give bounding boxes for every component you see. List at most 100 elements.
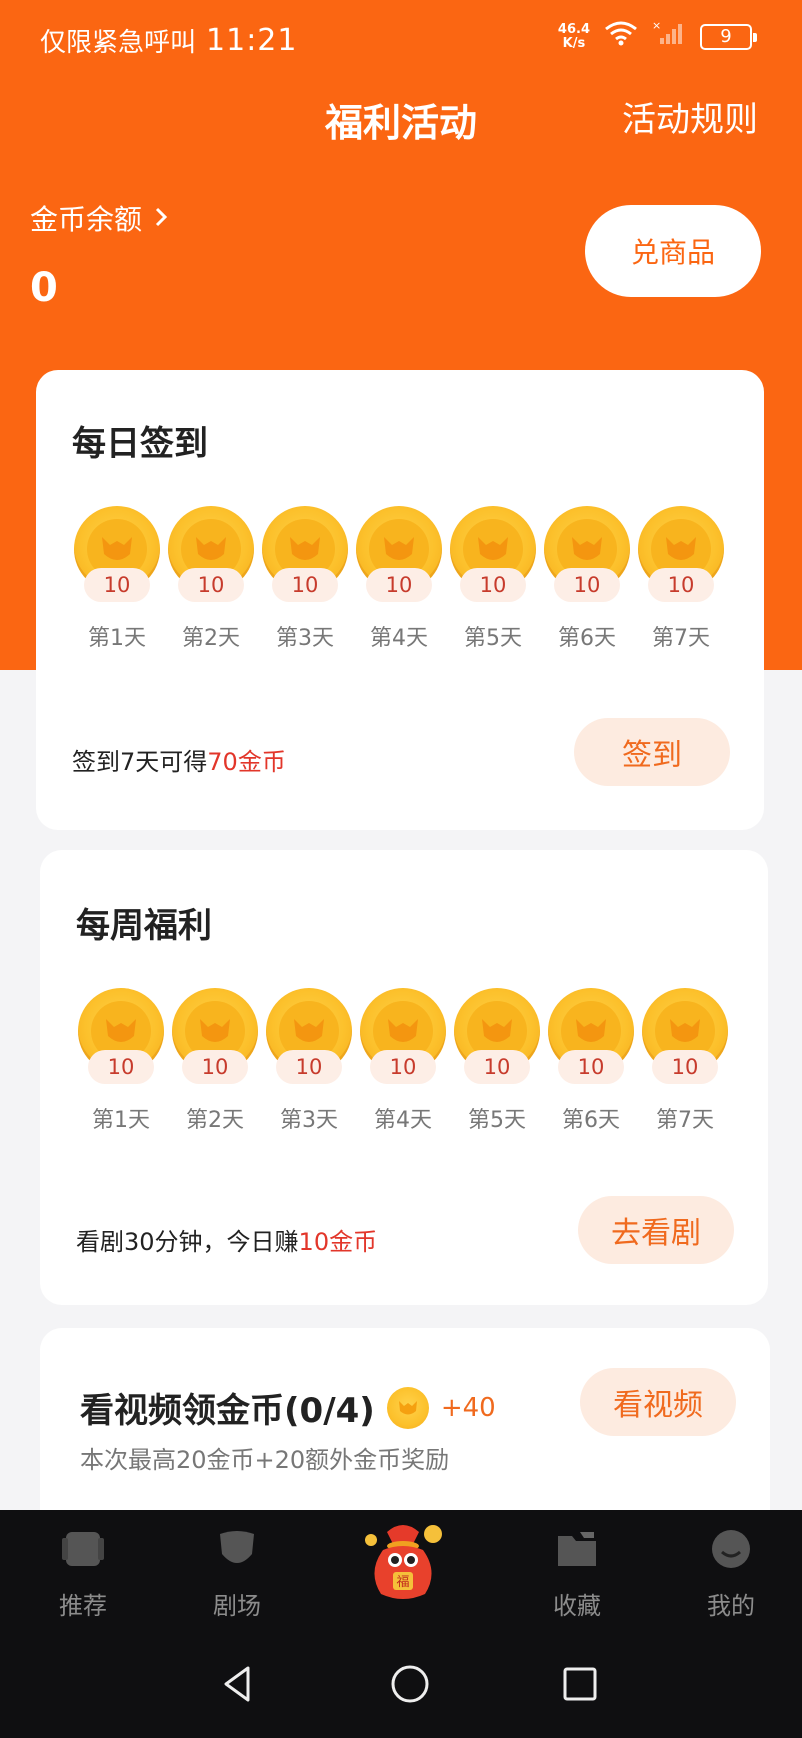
tab-profile[interactable]: 我的 [676, 1528, 786, 1621]
day-reward-item: 10 第3天 [262, 988, 356, 1134]
checkin-button[interactable]: 签到 [574, 718, 730, 786]
day-reward-item: 10 第1天 [70, 506, 164, 652]
day-label: 第5天 [464, 626, 522, 651]
back-icon[interactable] [214, 1660, 262, 1708]
coin-wrap: 10 [352, 506, 446, 606]
coin-amount: 10 [366, 568, 432, 602]
rules-link[interactable]: 活动规则 [622, 92, 758, 141]
video-task-title-row: 看视频领金币(0/4) +40 [80, 1383, 496, 1432]
coin-wrap: 10 [70, 506, 164, 606]
day-label: 第1天 [92, 1108, 150, 1133]
coin-wrap: 10 [540, 506, 634, 606]
weekly-benefit-title: 每周福利 [76, 906, 212, 946]
coin-wrap: 10 [638, 988, 732, 1088]
coin-amount: 10 [276, 1050, 342, 1084]
watch-drama-button[interactable]: 去看剧 [578, 1196, 734, 1264]
status-left: 仅限紧急呼叫 11:21 [40, 22, 297, 59]
weekly-desc-prefix: 看剧30分钟，今日赚 [76, 1228, 299, 1256]
balance-label-link[interactable]: 金币余额 [30, 198, 168, 238]
svg-text:×: × [652, 20, 661, 32]
day-label: 第3天 [280, 1108, 338, 1133]
recents-icon[interactable] [556, 1660, 604, 1708]
video-task-reward: +40 [440, 1392, 496, 1423]
tab-theater[interactable]: 剧场 [182, 1528, 292, 1621]
daily-coin-row: 10 第1天 10 第2天 10 第3天 10 第4天 10 第5天 10 第6天 10 第7天 [70, 506, 728, 652]
day-reward-item: 10 第3天 [258, 506, 352, 652]
profile-icon [708, 1528, 754, 1576]
tab-favorites[interactable]: 收藏 [522, 1528, 632, 1621]
coin-wrap: 10 [74, 988, 168, 1088]
svg-text:福: 福 [396, 1575, 409, 1590]
coin-icon [386, 1386, 429, 1429]
status-time: 11:21 [206, 23, 298, 58]
day-label: 第5天 [468, 1108, 526, 1133]
day-label: 第6天 [558, 626, 616, 651]
coin-wrap: 10 [168, 988, 262, 1088]
coin-amount: 10 [464, 1050, 530, 1084]
day-reward-item: 10 第7天 [634, 506, 728, 652]
day-label: 第7天 [656, 1108, 714, 1133]
day-label: 第4天 [370, 626, 428, 651]
coin-wrap: 10 [634, 506, 728, 606]
day-label: 第4天 [374, 1108, 432, 1133]
net-speed-unit: K/s [562, 35, 586, 51]
coin-wrap: 10 [544, 988, 638, 1088]
coin-amount: 10 [182, 1050, 248, 1084]
coin-wrap: 10 [450, 988, 544, 1088]
wifi-icon [604, 20, 638, 53]
status-right: 46.4 K/s × 9 [557, 19, 757, 53]
day-reward-item: 10 第5天 [450, 988, 544, 1134]
recommend-icon [60, 1528, 106, 1576]
coin-wrap: 10 [262, 988, 356, 1088]
day-reward-item: 10 第5天 [446, 506, 540, 652]
coin-amount: 10 [648, 568, 714, 602]
video-task-title: 看视频领金币(0/4) [80, 1391, 375, 1431]
coin-amount: 10 [554, 568, 620, 602]
tab-recommend[interactable]: 推荐 [28, 1528, 138, 1621]
coin-wrap: 10 [258, 506, 352, 606]
tab-label: 我的 [707, 1592, 755, 1620]
coin-amount: 10 [88, 1050, 154, 1084]
tab-benefits[interactable]: 福 [348, 1510, 458, 1612]
coin-wrap: 10 [356, 988, 450, 1088]
day-label: 第1天 [88, 626, 146, 651]
status-bar: 仅限紧急呼叫 11:21 46.4 K/s × 9 [0, 0, 802, 80]
home-icon[interactable] [386, 1660, 434, 1708]
coin-amount: 10 [84, 568, 150, 602]
coin-amount: 10 [652, 1050, 718, 1084]
net-speed: 46.4 K/s [557, 21, 590, 51]
day-label: 第2天 [186, 1108, 244, 1133]
folder-icon [554, 1528, 600, 1576]
day-label: 第7天 [652, 626, 710, 651]
daily-desc-highlight: 70金币 [207, 748, 286, 776]
day-label: 第2天 [182, 626, 240, 651]
exchange-button[interactable]: 兑商品 [585, 205, 761, 297]
signal-icon: × [652, 19, 686, 53]
day-reward-item: 10 第1天 [74, 988, 168, 1134]
weekly-benefit-card: 每周福利 10 第1天 10 第2天 10 第3天 10 第4天 10 第5天 10 第6天 10 第7天… [40, 850, 768, 1305]
balance-value: 0 [30, 265, 58, 311]
daily-checkin-title: 每日签到 [72, 424, 208, 464]
day-label: 第6天 [562, 1108, 620, 1133]
net-speed-value: 46.4 [557, 21, 590, 37]
chevron-right-icon [154, 202, 168, 235]
daily-checkin-card: 每日签到 10 第1天 10 第2天 10 第3天 10 第4天 10 第5天 10 第6天 10 第7天… [36, 370, 764, 830]
day-reward-item: 10 第6天 [544, 988, 638, 1134]
daily-checkin-desc: 签到7天可得70金币 [72, 742, 286, 777]
coin-amount: 10 [460, 568, 526, 602]
coin-wrap: 10 [446, 506, 540, 606]
coin-amount: 10 [370, 1050, 436, 1084]
fortune-bag-icon: 福 [357, 1510, 449, 1612]
watch-video-button[interactable]: 看视频 [580, 1368, 736, 1436]
weekly-benefit-desc: 看剧30分钟，今日赚10金币 [76, 1222, 377, 1257]
day-reward-item: 10 第2天 [168, 988, 262, 1134]
battery-icon: 9 [700, 23, 757, 50]
theater-icon [214, 1528, 260, 1576]
day-reward-item: 10 第6天 [540, 506, 634, 652]
bottom-tab-bar: 推荐 剧场 福 收藏 我的 [0, 1510, 802, 1630]
day-reward-item: 10 第2天 [164, 506, 258, 652]
tab-label: 推荐 [59, 1592, 107, 1620]
coin-amount: 10 [558, 1050, 624, 1084]
day-reward-item: 10 第7天 [638, 988, 732, 1134]
video-task-subtitle: 本次最高20金币+20额外金币奖励 [80, 1446, 450, 1474]
